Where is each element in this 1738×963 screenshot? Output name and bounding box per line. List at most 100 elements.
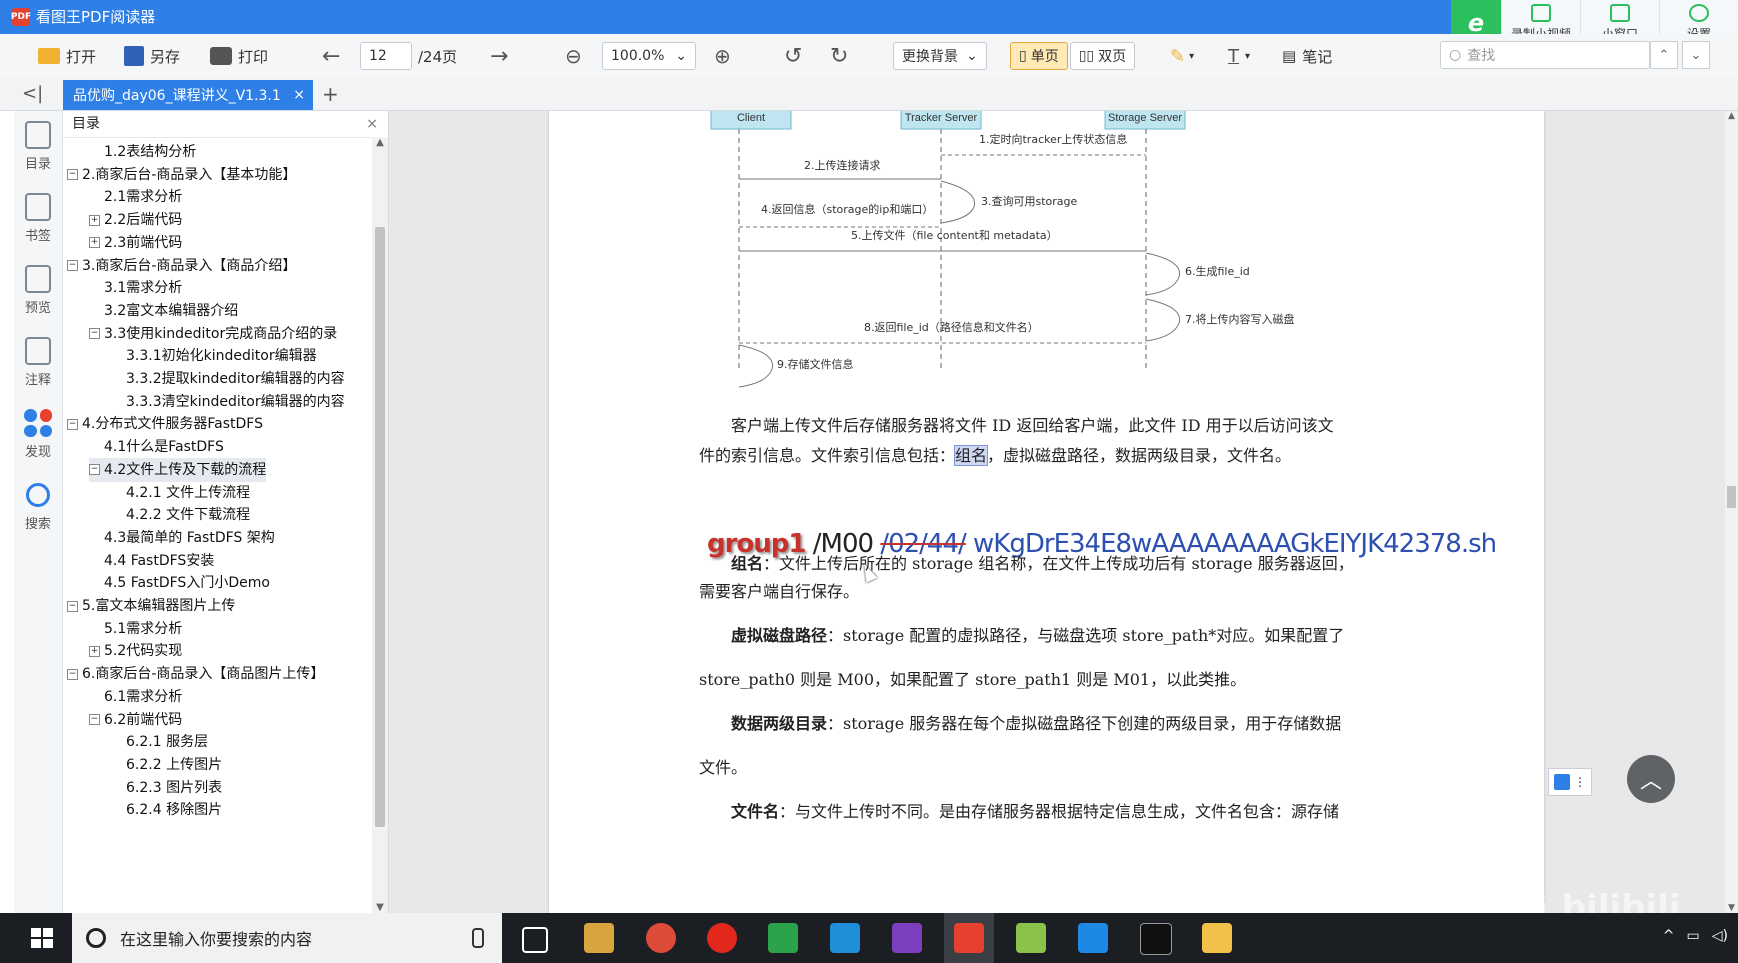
saveas-button[interactable]: 另存	[124, 34, 180, 78]
taskbar-app-red-icon[interactable]	[707, 923, 737, 953]
toc-item[interactable]: 3.3.3清空kindeditor编辑器的内容	[111, 390, 345, 414]
toc-item[interactable]: 6.1需求分析	[89, 685, 182, 709]
prev-page-button[interactable]: ←	[322, 34, 340, 78]
toc-scroll-thumb[interactable]	[375, 227, 385, 827]
collapse-node-icon[interactable]: −	[89, 714, 100, 725]
taskbar-app-blue-icon[interactable]	[830, 923, 860, 953]
find-next-button[interactable]: ⌄	[1682, 41, 1710, 69]
highlighted-text[interactable]: 组名	[954, 445, 989, 466]
page-number-input[interactable]: 12	[360, 42, 412, 70]
collapse-node-icon[interactable]: −	[67, 260, 78, 271]
zoom-out-button[interactable]: ⊖	[565, 34, 582, 78]
change-background-button[interactable]: 更换背景 ⌄	[893, 42, 987, 70]
toc-item[interactable]: −4.分布式文件服务器FastDFS	[67, 412, 263, 436]
toc-item[interactable]: 6.2.4 移除图片	[111, 798, 222, 822]
find-input[interactable]: ○ 查找	[1440, 41, 1650, 69]
toc-item[interactable]: 6.2.1 服务层	[111, 730, 208, 754]
toc-item[interactable]: 2.1需求分析	[89, 185, 182, 209]
sidebar-item-bookmarks[interactable]: 书签	[14, 193, 62, 244]
toc-item[interactable]: 3.2富文本编辑器介绍	[89, 299, 238, 323]
taskbar-app-explorer-icon[interactable]	[1202, 923, 1232, 953]
taskbar-app-arrow-icon[interactable]	[1078, 923, 1108, 953]
text-tool-button[interactable]: T ▾	[1228, 34, 1250, 78]
toc-item[interactable]: −2.商家后台-商品录入【基本功能】	[67, 163, 296, 187]
sidebar-item-discover[interactable]: 发现	[14, 409, 62, 460]
taskbar-app-chrome-icon[interactable]	[646, 923, 676, 953]
zoom-select[interactable]: 100.0% ⌄	[602, 42, 696, 70]
taskbar-app-terminal-icon[interactable]	[1140, 923, 1172, 955]
document-viewer[interactable]: Client Tracker Server Storage Server 1.定…	[389, 111, 1725, 913]
sidebar-item-toc[interactable]: 目录	[14, 121, 62, 172]
add-tab-button[interactable]: +	[322, 78, 339, 110]
taskbar-app-files-icon[interactable]	[584, 923, 614, 953]
toc-item[interactable]: −3.商家后台-商品录入【商品介绍】	[67, 254, 296, 278]
single-page-button[interactable]: ▯ 单页	[1010, 42, 1068, 70]
toc-item[interactable]: 4.2.1 文件上传流程	[111, 481, 250, 505]
collapse-node-icon[interactable]: −	[89, 328, 100, 340]
chevron-down-icon[interactable]: ▼	[372, 902, 388, 913]
toc-item[interactable]: −4.2文件上传及下载的流程	[89, 457, 267, 482]
toc-item[interactable]: −6.商家后台-商品录入【商品图片上传】	[67, 662, 324, 686]
double-page-button[interactable]: ▯▯ 双页	[1069, 42, 1136, 70]
rotate-right-button[interactable]: ↻	[830, 34, 848, 78]
toc-item[interactable]: 6.2.3 图片列表	[111, 776, 222, 800]
toc-scrollbar[interactable]: ▲ ▼	[372, 137, 388, 913]
expand-node-icon[interactable]: +	[89, 645, 100, 657]
find-prev-button[interactable]: ⌃	[1650, 41, 1678, 69]
taskbar-app-idea-icon[interactable]	[892, 923, 922, 953]
collapse-node-icon[interactable]: −	[89, 464, 100, 476]
next-page-button[interactable]: →	[490, 34, 508, 78]
toc-item[interactable]: −6.2前端代码	[89, 708, 182, 732]
toc-item[interactable]: 4.5 FastDFS入门小Demo	[89, 571, 270, 595]
viewer-scroll-thumb[interactable]	[1727, 486, 1736, 508]
taskbar-app-pdf-active[interactable]	[944, 913, 994, 963]
open-button[interactable]: 打开	[38, 34, 96, 78]
taskbar-app-notepad-icon[interactable]	[1016, 923, 1046, 953]
microphone-icon[interactable]	[472, 928, 484, 948]
toc-item[interactable]: −3.3使用kindeditor完成商品介绍的录	[89, 322, 337, 346]
chevron-up-icon[interactable]: ^	[1663, 928, 1675, 944]
tab-document[interactable]: 品优购_day06_课程讲义_V1.3.1 ×	[63, 80, 313, 110]
collapse-node-icon[interactable]: −	[67, 668, 78, 680]
viewer-scrollbar[interactable]: ▲ ▼	[1725, 111, 1738, 913]
toc-item[interactable]: 4.2.2 文件下载流程	[111, 503, 250, 527]
highlighter-button[interactable]: ✎ ▾	[1170, 34, 1194, 78]
network-icon[interactable]: ▭	[1687, 928, 1700, 944]
volume-icon[interactable]: ◁)	[1712, 928, 1728, 944]
toc-item[interactable]: +2.2后端代码	[89, 208, 182, 232]
print-button[interactable]: 打印	[210, 34, 268, 78]
back-to-top-button[interactable]: ︿	[1627, 755, 1675, 803]
collapse-sidebar-button[interactable]: <|	[22, 78, 43, 110]
expand-node-icon[interactable]: +	[89, 214, 100, 226]
sidebar-item-search[interactable]: 搜索	[14, 483, 62, 532]
sidebar-item-preview[interactable]: 预览	[14, 265, 62, 316]
chevron-up-icon[interactable]: ▲	[1725, 111, 1738, 121]
taskbar-search-input[interactable]: 在这里输入你要搜索的内容	[72, 913, 502, 963]
toc-item[interactable]: +2.3前端代码	[89, 231, 182, 255]
collapse-node-icon[interactable]: −	[67, 418, 78, 430]
windows-start-icon[interactable]	[31, 928, 53, 948]
sidebar-item-annotations[interactable]: 注释	[14, 337, 62, 388]
toc-item[interactable]: −5.富文本编辑器图片上传	[67, 594, 235, 618]
zoom-in-button[interactable]: ⊕	[714, 34, 731, 78]
toc-item[interactable]: 5.1需求分析	[89, 617, 182, 641]
toc-item[interactable]: 4.1什么是FastDFS	[89, 435, 224, 459]
task-view-icon[interactable]	[522, 927, 548, 953]
rotate-left-button[interactable]: ↺	[784, 34, 802, 78]
floating-user-button[interactable]: ⋮	[1548, 768, 1592, 796]
notes-button[interactable]: ▤ 笔记	[1282, 34, 1332, 78]
toc-item[interactable]: 6.2.2 上传图片	[111, 753, 222, 777]
close-icon[interactable]: ×	[366, 111, 378, 137]
toc-item[interactable]: 3.3.1初始化kindeditor编辑器	[111, 344, 317, 368]
collapse-node-icon[interactable]: −	[67, 169, 78, 181]
toc-item[interactable]: +5.2代码实现	[89, 639, 182, 663]
collapse-node-icon[interactable]: −	[67, 600, 78, 612]
chevron-up-icon[interactable]: ▲	[372, 137, 388, 148]
toc-item[interactable]: 3.1需求分析	[89, 276, 182, 300]
toc-item[interactable]: 3.3.2提取kindeditor编辑器的内容	[111, 367, 345, 391]
chevron-down-icon[interactable]: ▼	[1725, 903, 1738, 913]
taskbar-app-green-icon[interactable]	[768, 923, 798, 953]
close-tab-icon[interactable]: ×	[293, 87, 305, 103]
expand-node-icon[interactable]: +	[89, 237, 100, 249]
toc-item[interactable]: 1.2表结构分析	[89, 140, 196, 164]
